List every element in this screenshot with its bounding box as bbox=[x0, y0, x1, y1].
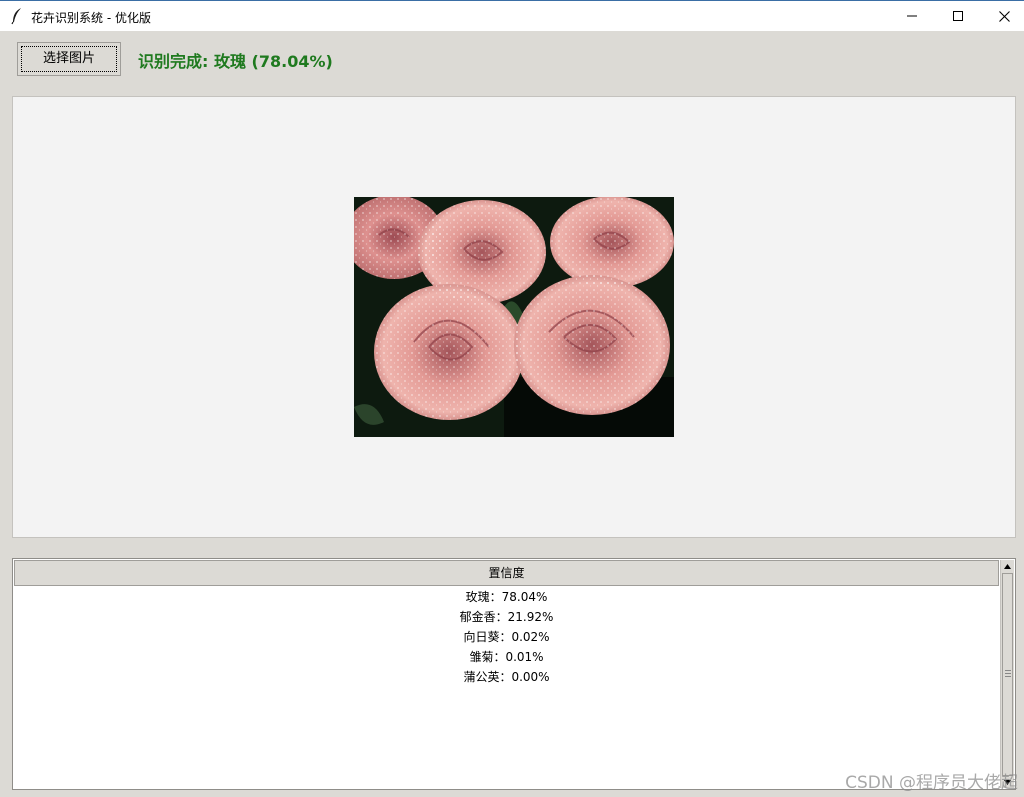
scrollbar-thumb[interactable] bbox=[1002, 573, 1013, 776]
column-header-confidence[interactable]: 置信度 bbox=[14, 560, 999, 586]
grip-icon bbox=[1005, 670, 1011, 678]
table-row[interactable]: 雏菊：0.01% bbox=[14, 647, 999, 667]
maximize-icon bbox=[953, 11, 963, 21]
table-row[interactable]: 蒲公英：0.00% bbox=[14, 667, 999, 687]
image-preview-panel bbox=[12, 96, 1016, 538]
confidence-table: 置信度 玫瑰：78.04% 郁金香：21.92% 向日葵：0.02% 雏菊：0.… bbox=[12, 558, 1016, 790]
table-rows: 玫瑰：78.04% 郁金香：21.92% 向日葵：0.02% 雏菊：0.01% … bbox=[14, 587, 999, 687]
table-row[interactable]: 郁金香：21.92% bbox=[14, 607, 999, 627]
flower-image bbox=[354, 197, 674, 437]
close-icon bbox=[998, 10, 1010, 22]
status-label: 识别完成: 玫瑰 (78.04%) bbox=[138, 52, 333, 71]
minimize-icon bbox=[907, 15, 917, 17]
table-row[interactable]: 向日葵：0.02% bbox=[14, 627, 999, 647]
arrow-up-icon bbox=[1004, 563, 1011, 569]
window-title: 花卉识别系统 - 优化版 bbox=[31, 11, 151, 25]
feather-icon bbox=[11, 8, 21, 25]
close-button[interactable] bbox=[981, 1, 1024, 31]
scroll-up-button[interactable] bbox=[1001, 560, 1014, 572]
minimize-button[interactable] bbox=[889, 1, 935, 31]
vertical-scrollbar[interactable] bbox=[1000, 560, 1014, 788]
toolbar: 选择图片 识别完成: 玫瑰 (78.04%) bbox=[0, 31, 1024, 86]
table-row[interactable]: 玫瑰：78.04% bbox=[14, 587, 999, 607]
select-image-button-label: 选择图片 bbox=[42, 51, 95, 66]
maximize-button[interactable] bbox=[935, 1, 981, 31]
select-image-button[interactable]: 选择图片 bbox=[17, 42, 121, 76]
window-title-bar[interactable]: 花卉识别系统 - 优化版 bbox=[0, 0, 1024, 31]
watermark: CSDN @程序员大佬超 bbox=[845, 773, 1018, 793]
